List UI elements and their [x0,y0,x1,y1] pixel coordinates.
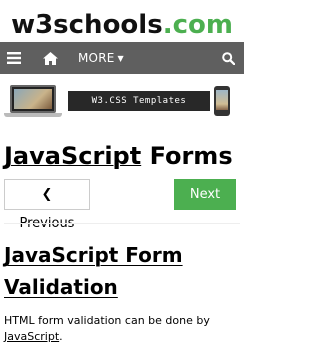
hamburger-menu-icon [7,52,21,64]
w3schools-logo[interactable]: w3schools.com [0,8,244,42]
search-button[interactable] [216,42,240,74]
laptop-image [4,85,62,117]
home-icon [42,51,58,65]
javascript-link[interactable]: JavaScript [4,330,59,343]
title-link[interactable]: JavaScript [4,142,141,170]
w3css-templates-banner[interactable]: W3.CSS Templates [4,85,230,117]
paragraph-end: . [59,330,63,343]
logo-suffix: .com [162,10,233,40]
more-menu-button[interactable]: MORE ▼ [72,42,130,74]
section-paragraph: HTML form validation can be done by Java… [4,313,240,345]
section-heading: JavaScript Form Validation [4,243,183,299]
paragraph-text: HTML form validation can be done by [4,314,210,327]
title-rest: Forms [149,142,233,170]
more-label: MORE [78,51,115,65]
page: w3schools.com MORE ▼ W3.CSS Templates Ja… [0,0,244,355]
previous-button[interactable]: ❮ Previous [4,179,90,231]
phone-image [214,86,230,116]
menu-button[interactable] [0,42,28,74]
page-title: JavaScript Forms [4,140,233,172]
caret-down-icon: ▼ [117,53,124,63]
divider [4,223,240,224]
logo-brand: w3schools [11,10,163,40]
top-navbar: MORE ▼ [0,42,244,74]
next-button[interactable]: Next ❯ [174,179,236,231]
search-icon [221,51,235,65]
banner-text: W3.CSS Templates [68,91,210,111]
home-button[interactable] [32,42,68,74]
